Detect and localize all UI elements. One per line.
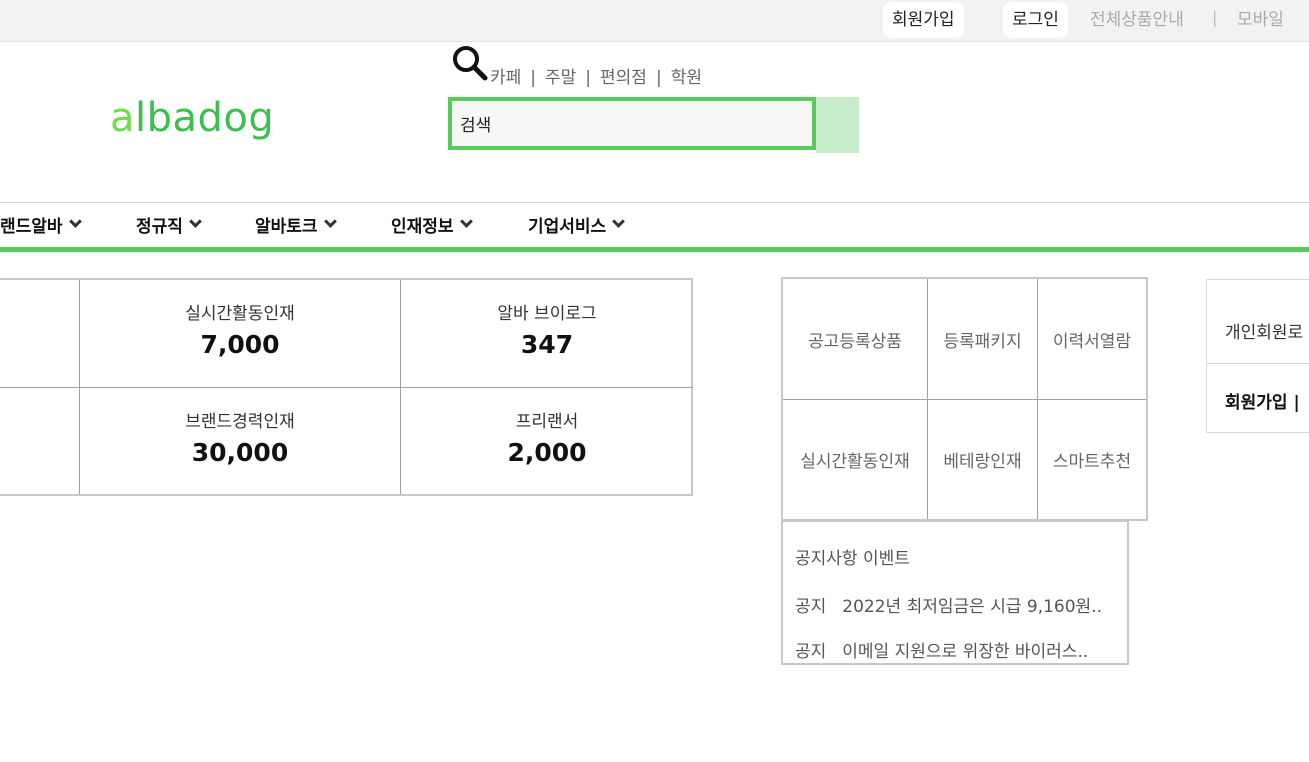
notice-tag: 공지 (795, 642, 827, 662)
notice-panel: 공지사항 이벤트 공지 2022년 최저임금은 시급 9,160원.. 공지 이메일… (781, 520, 1129, 665)
logo[interactable]: albadog (110, 95, 274, 141)
quick-link-academy[interactable]: 학원 (671, 68, 702, 88)
chevron-down-icon (189, 215, 202, 228)
nav-item-alba-talk[interactable]: 알바토크 (255, 212, 337, 237)
nav-item-label: 기업서비스 (528, 217, 607, 237)
service-item-packages[interactable]: 등록패키지 (928, 279, 1038, 400)
notice-text: 이메일 지원으로 위장한 바이러스.. (842, 642, 1089, 662)
quick-link-weekend[interactable]: 주말 (545, 68, 576, 88)
stats-grid: 실시간활동인재 7,000 알바 브이로그 347 브랜드경력인재 30,000… (0, 278, 693, 496)
chevron-down-icon (459, 215, 473, 228)
all-products-link[interactable]: 전체상품안내 (1081, 2, 1193, 38)
chevron-down-icon (323, 215, 337, 228)
nav-item-business-service[interactable]: 기업서비스 (528, 212, 626, 237)
stats-value: 7,000 (200, 330, 280, 359)
logo-letter-a: a (110, 95, 136, 141)
quick-link-convenience-store[interactable]: 편의점 (600, 68, 647, 88)
nav-item-full-time[interactable]: 정규직 (136, 212, 202, 237)
chevron-down-icon (612, 215, 626, 228)
stats-label: 프리랜서 (515, 412, 579, 432)
signup-link[interactable]: 회원가입 (883, 2, 964, 38)
nav-green-underline (0, 247, 1309, 252)
mobile-link[interactable]: 모바일 (1228, 2, 1293, 38)
notice-header[interactable]: 공지사항 이벤트 (795, 544, 910, 569)
service-grid: 공고등록상품 등록패키지 이력서열람 실시간활동인재 베테랑인재 스마트추천 (781, 277, 1148, 521)
quick-link-separator: | (585, 68, 592, 88)
stats-cell[interactable]: 실시간활동인재 7,000 (80, 280, 401, 388)
chevron-down-icon (68, 215, 82, 228)
service-item-veteran-talent[interactable]: 베테랑인재 (928, 400, 1038, 519)
notice-text: 2022년 최저임금은 시급 9,160원.. (842, 597, 1102, 617)
quick-links: 카페 | 주말 | 편의점 | 학원 (490, 63, 702, 88)
stats-value: 347 (520, 330, 574, 359)
logo-text: lbadog (135, 95, 275, 141)
notice-item[interactable]: 공지 이메일 지원으로 위장한 바이러스.. (795, 637, 1088, 662)
quick-link-separator: | (530, 68, 537, 88)
stats-label: 브랜드경력인재 (185, 412, 295, 432)
login-panel-signup-link[interactable]: 회원가입 | (1225, 388, 1300, 413)
stats-value: 30,000 (191, 438, 289, 467)
nav-item-label: 알바토크 (255, 217, 318, 237)
service-item-active-talent[interactable]: 실시간활동인재 (783, 400, 928, 519)
nav-top-divider (0, 202, 1309, 203)
quick-link-separator: | (655, 68, 662, 88)
search-icon[interactable] (450, 44, 490, 84)
login-panel: 개인회원로 회원가입 | (1206, 279, 1309, 433)
notice-tag: 공지 (795, 597, 827, 617)
login-panel-divider (1207, 363, 1309, 364)
personal-login-button[interactable]: 개인회원로 (1225, 318, 1303, 343)
top-separator: | (1212, 8, 1218, 27)
stats-cell-empty (0, 280, 80, 388)
notice-item[interactable]: 공지 2022년 최저임금은 시급 9,160원.. (795, 592, 1102, 617)
nav-item-label: 인재정보 (391, 217, 454, 237)
stats-cell[interactable]: 알바 브이로그 347 (401, 280, 693, 388)
nav-item-brand-alba[interactable]: 랜드알바 (0, 212, 82, 237)
stats-cell[interactable]: 프리랜서 2,000 (401, 388, 693, 494)
stats-cell[interactable]: 브랜드경력인재 30,000 (80, 388, 401, 494)
quick-link-cafe[interactable]: 카페 (490, 68, 521, 88)
service-item-ad-products[interactable]: 공고등록상품 (783, 279, 928, 400)
search-button[interactable] (816, 97, 859, 153)
nav-item-talent-info[interactable]: 인재정보 (391, 212, 473, 237)
stats-value: 2,000 (507, 438, 587, 467)
stats-cell-empty (0, 388, 80, 494)
service-item-resume-view[interactable]: 이력서열람 (1038, 279, 1146, 400)
service-item-smart-recommend[interactable]: 스마트추천 (1038, 400, 1146, 519)
search-input[interactable]: 검색 (448, 97, 816, 150)
nav-item-label: 랜드알바 (0, 217, 63, 237)
nav-item-label: 정규직 (136, 217, 183, 237)
top-bar: 회원가입 로그인 전체상품안내 | 모바일 (0, 0, 1309, 42)
login-link[interactable]: 로그인 (1003, 2, 1068, 38)
stats-label: 실시간활동인재 (185, 304, 295, 324)
stats-label: 알바 브이로그 (497, 304, 597, 324)
